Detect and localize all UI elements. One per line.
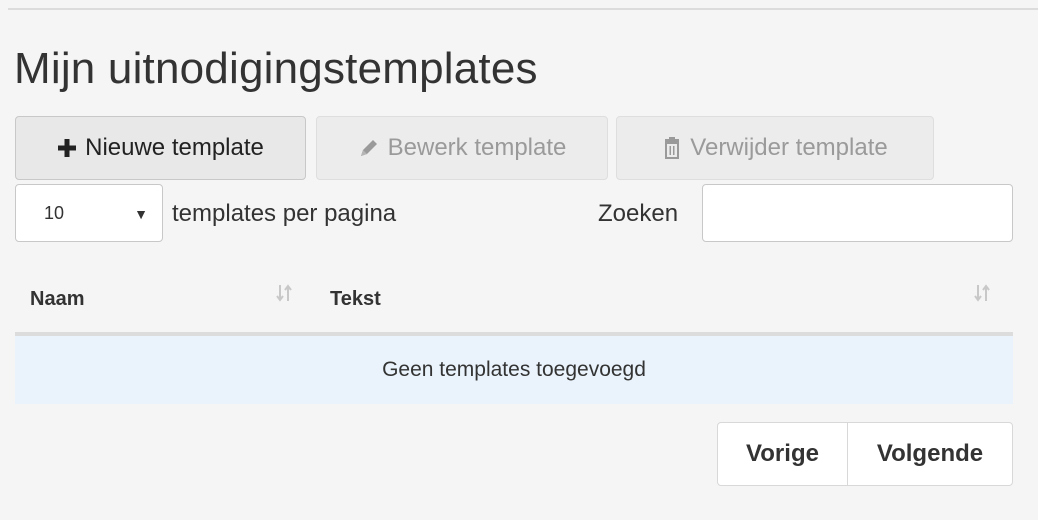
next-page-label: Volgende — [876, 440, 984, 467]
delete-template-button[interactable]: Verwijder template — [616, 116, 934, 180]
sort-icon[interactable] — [276, 283, 292, 309]
edit-template-button[interactable]: Bewerk template — [316, 116, 608, 180]
sort-icon[interactable] — [974, 283, 990, 309]
search-label: Zoeken — [598, 200, 679, 227]
next-page-button[interactable]: Volgende — [847, 422, 1013, 486]
empty-table-row: Geen templates toegevoegd — [15, 336, 1013, 404]
page-size-select[interactable]: 10 ▼ — [15, 184, 163, 242]
pencil-icon — [358, 137, 380, 159]
page-title: Mijn uitnodigingstemplates — [14, 44, 538, 93]
edit-template-label: Bewerk template — [387, 134, 567, 161]
search-input[interactable] — [702, 184, 1013, 242]
plus-icon — [57, 138, 77, 158]
previous-page-button[interactable]: Vorige — [717, 422, 848, 486]
empty-message: Geen templates toegevoegd — [382, 358, 646, 381]
column-header-tekst[interactable]: Tekst — [330, 288, 381, 311]
new-template-button[interactable]: Nieuwe template — [15, 116, 306, 180]
delete-template-label: Verwijder template — [690, 134, 888, 161]
new-template-label: Nieuwe template — [85, 134, 264, 161]
caret-down-icon: ▼ — [134, 206, 148, 222]
column-header-naam[interactable]: Naam — [30, 288, 84, 311]
trash-icon — [662, 137, 682, 159]
page-size-label: templates per pagina — [172, 200, 397, 227]
page-size-value: 10 — [44, 202, 65, 223]
previous-page-label: Vorige — [746, 440, 819, 467]
